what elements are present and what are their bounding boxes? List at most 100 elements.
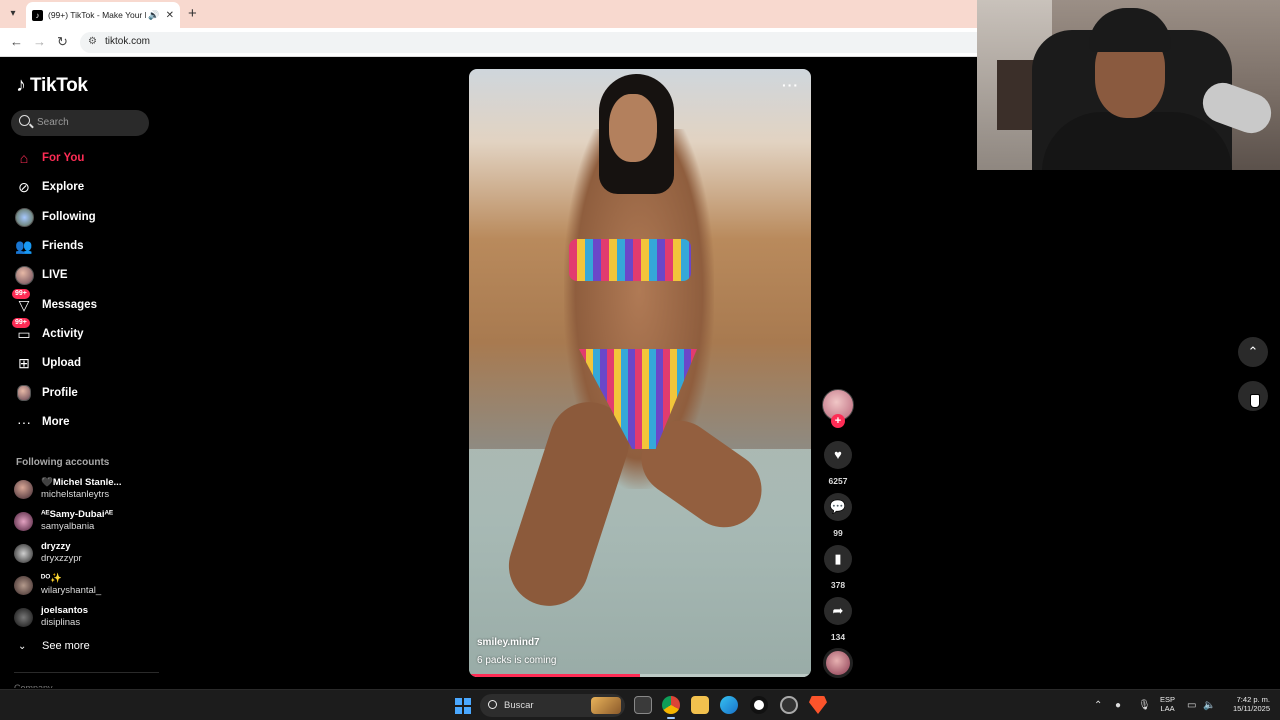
share-count: 134 <box>830 632 846 642</box>
following-account[interactable]: ᴬᴱSamy-Dubaiᴬᴱ samyalbania <box>14 508 113 534</box>
nav-explore[interactable]: ⊘ Explore <box>14 176 84 198</box>
tiktok-favicon-icon: ♪ <box>32 9 43 21</box>
video-caption: 6 packs is coming <box>477 655 557 666</box>
comment-icon: 💬 <box>829 499 847 514</box>
comment-count: 99 <box>833 528 843 538</box>
nav-activity[interactable]: ▭ 99+ Activity <box>12 318 84 345</box>
share-arrow-icon: ➦ <box>832 603 844 618</box>
tiktok-logo[interactable]: ♪ TikTok <box>16 74 88 97</box>
avatar <box>14 479 33 499</box>
follow-plus-icon[interactable]: + <box>831 414 845 428</box>
following-account[interactable]: joelsantos disiplinas <box>14 604 88 630</box>
activity-icon: ▭ 99+ <box>12 318 34 344</box>
taskbar-search[interactable]: Buscar <box>480 694 625 717</box>
search-input[interactable]: Search <box>11 110 149 136</box>
nav-live[interactable]: LIVE <box>14 264 68 286</box>
task-view-icon[interactable] <box>634 696 652 714</box>
tab-audio-icon[interactable]: 🔊 <box>148 10 159 21</box>
chevron-down-icon: ⌄ <box>18 640 27 652</box>
messages-badge: 99+ <box>12 289 30 299</box>
share-button[interactable]: ➦ <box>824 597 852 625</box>
network-icon[interactable]: ▭ <box>1187 690 1196 720</box>
video-progress-fill <box>469 674 640 677</box>
nav-following[interactable]: Following <box>14 206 96 228</box>
nav-profile[interactable]: Profile <box>14 382 78 404</box>
heart-icon: ♥ <box>834 447 842 462</box>
brave-icon[interactable] <box>809 696 827 714</box>
music-disc-icon[interactable] <box>823 648 853 678</box>
messages-icon: ▽ 99+ <box>12 289 34 315</box>
previous-video-button[interactable]: ⌃ <box>1238 337 1268 367</box>
company-section-label: Company <box>14 684 53 688</box>
save-button[interactable]: ▮ <box>824 545 852 573</box>
tab-search-dropdown-icon[interactable]: ▾ <box>5 6 21 22</box>
clock[interactable]: 7:42 p. m. 15/11/2025 <box>1222 695 1270 713</box>
tray-app-icon[interactable]: ● <box>1115 690 1121 720</box>
like-count: 6257 <box>828 476 848 486</box>
nav-for-you[interactable]: ⌂ For You <box>14 147 85 169</box>
friends-icon: 👥 <box>15 237 33 254</box>
following-accounts-title: Following accounts <box>16 457 110 468</box>
more-dots-icon: ··· <box>17 414 31 430</box>
tab-title: (99+) TikTok - Make Your Day <box>48 10 146 20</box>
url-text: tiktok.com <box>105 36 151 47</box>
chrome-icon[interactable] <box>662 696 680 714</box>
nav-friends[interactable]: 👥 Friends <box>14 235 83 257</box>
search-highlight-image <box>591 697 621 714</box>
screen: ▾ ♪ (99+) TikTok - Make Your Day 🔊 ✕ + ←… <box>0 0 1280 720</box>
avatar <box>14 575 33 595</box>
app-icon[interactable] <box>780 696 798 714</box>
like-button[interactable]: ♥ <box>824 441 852 469</box>
file-explorer-icon[interactable] <box>691 696 709 714</box>
profile-icon <box>14 383 34 403</box>
windows-start-icon[interactable] <box>455 698 471 714</box>
video-progress-bar[interactable] <box>469 674 811 677</box>
home-icon: ⌂ <box>19 150 29 166</box>
video-player[interactable]: ··· smiley.mind7 6 packs is coming <box>469 69 811 677</box>
compass-icon: ⊘ <box>18 178 30 195</box>
live-avatar-icon <box>14 265 34 285</box>
save-count: 378 <box>830 580 846 590</box>
video-author[interactable]: smiley.mind7 <box>477 637 540 648</box>
obs-icon[interactable] <box>750 696 768 714</box>
comment-button[interactable]: 💬 <box>824 493 852 521</box>
search-placeholder: Search <box>37 117 69 128</box>
new-tab-icon[interactable]: + <box>188 5 197 22</box>
tray-overflow-icon[interactable]: ⌃ <box>1094 690 1102 720</box>
divider <box>14 672 159 673</box>
mouse-pointer-icon <box>1250 394 1260 408</box>
video-more-options-icon[interactable]: ··· <box>782 77 799 93</box>
search-icon <box>19 115 30 126</box>
tab-close-icon[interactable]: ✕ <box>166 10 174 21</box>
avatar <box>14 607 33 627</box>
bookmark-icon: ▮ <box>834 551 842 566</box>
avatar <box>14 543 33 563</box>
forward-arrow-icon[interactable]: → <box>33 34 46 49</box>
nav-more[interactable]: ··· More <box>14 411 69 433</box>
nav-upload[interactable]: ⊞ Upload <box>14 352 81 374</box>
edge-icon[interactable] <box>720 696 738 714</box>
tiktok-note-icon: ♪ <box>16 74 26 96</box>
avatar <box>14 511 33 531</box>
following-avatar-icon <box>14 207 34 227</box>
see-more-button[interactable]: ⌄ See more <box>18 640 90 652</box>
following-account[interactable]: dryzzy dryxzzypr <box>14 540 82 566</box>
back-arrow-icon[interactable]: ← <box>10 34 23 49</box>
search-icon <box>488 700 497 709</box>
following-account[interactable]: ᴰᴼ✨ wilaryshantal_ <box>14 572 101 598</box>
nav-messages[interactable]: ▽ 99+ Messages <box>12 289 97 316</box>
chevron-up-icon: ⌃ <box>1247 344 1259 359</box>
reload-icon[interactable]: ↻ <box>57 34 68 50</box>
address-bar[interactable]: ⚙ tiktok.com <box>80 32 977 53</box>
microphone-icon[interactable]: 🎙 <box>1138 690 1151 720</box>
windows-taskbar: Buscar ⌃ ● 🎙 ESP LAA ▭ 🔈 7:42 p. m. 15/1… <box>0 689 1280 720</box>
webcam-overlay <box>977 0 1280 170</box>
language-indicator[interactable]: ESP LAA <box>1160 695 1175 713</box>
following-account[interactable]: 🖤Michel Stanle... michelstanleytrs <box>14 476 121 502</box>
browser-tab-strip: ▾ ♪ (99+) TikTok - Make Your Day 🔊 ✕ + <box>0 0 977 28</box>
browser-tab[interactable]: ♪ (99+) TikTok - Make Your Day 🔊 ✕ <box>26 2 180 28</box>
browser-toolbar: ← → ↻ ⚙ tiktok.com <box>0 28 977 57</box>
volume-icon[interactable]: 🔈 <box>1203 690 1215 720</box>
activity-badge: 99+ <box>12 318 30 328</box>
site-info-icon[interactable]: ⚙ <box>88 36 97 47</box>
